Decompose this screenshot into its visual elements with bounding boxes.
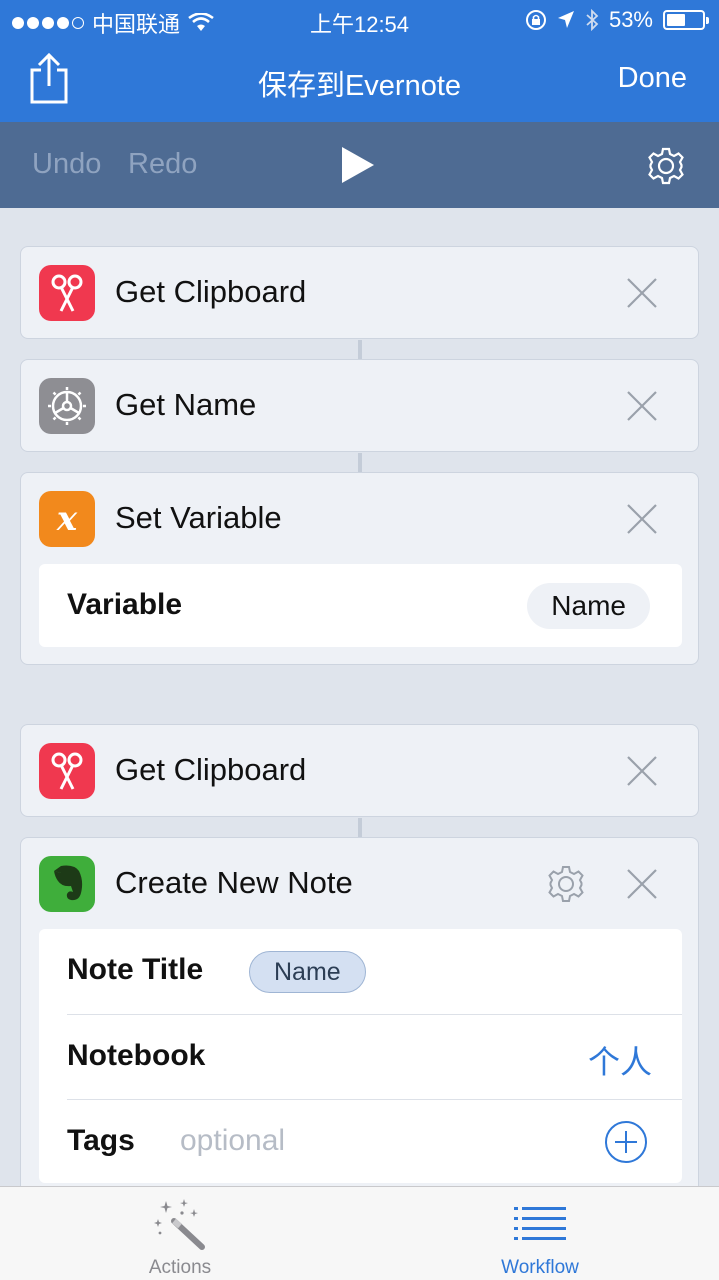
close-icon[interactable] (626, 868, 658, 900)
bluetooth-icon (586, 9, 599, 31)
action-card-get-clipboard[interactable]: Get Clipboard (20, 724, 699, 817)
tags-input[interactable]: optional (180, 1124, 285, 1158)
gear-icon (39, 378, 95, 434)
close-icon[interactable] (626, 503, 658, 535)
action-card-set-variable[interactable]: x Set Variable Variable Name (20, 472, 699, 665)
tab-label: Workflow (501, 1257, 579, 1278)
note-title-row: Note Title Name (39, 929, 682, 1014)
tab-workflow[interactable]: Workflow (440, 1187, 640, 1280)
action-card-get-clipboard[interactable]: Get Clipboard (20, 246, 699, 339)
rotation-lock-icon (525, 10, 546, 30)
undo-button[interactable]: Undo (32, 148, 101, 181)
add-tag-icon[interactable] (604, 1120, 648, 1164)
close-icon[interactable] (626, 755, 658, 787)
gear-icon[interactable] (646, 146, 686, 186)
scissors-icon (39, 265, 95, 321)
parameter-box: Variable Name (39, 564, 682, 647)
list-icon (514, 1207, 566, 1240)
parameter-box: Note Title Name Notebook 个人 Tags optiona… (39, 929, 682, 1183)
battery-percent: 53% (608, 7, 653, 32)
notebook-value[interactable]: 个人 (588, 1037, 652, 1083)
variable-name-pill[interactable]: Name (527, 583, 650, 629)
page-title: 保存到Evernote (257, 70, 462, 102)
action-card-get-name[interactable]: Get Name (20, 359, 699, 452)
action-title: Get Name (115, 387, 257, 422)
tab-bar: Actions Workflow (0, 1186, 719, 1280)
close-icon[interactable] (626, 390, 658, 422)
gear-icon[interactable] (546, 864, 586, 904)
param-label: Tags (67, 1124, 135, 1157)
variable-row: Variable Name (39, 564, 682, 649)
param-label: Notebook (67, 1039, 206, 1072)
variable-token[interactable]: Name (249, 951, 366, 993)
close-icon[interactable] (626, 277, 658, 309)
scissors-icon (39, 743, 95, 799)
done-button[interactable]: Done (618, 62, 687, 95)
tags-row: Tags optional (67, 1099, 682, 1184)
tab-label: Actions (148, 1257, 212, 1278)
param-label: Note Title (67, 953, 204, 986)
tab-actions[interactable]: Actions (80, 1187, 280, 1280)
location-icon (557, 11, 574, 28)
battery-icon (663, 10, 709, 30)
notebook-row[interactable]: Notebook 个人 (67, 1014, 682, 1099)
action-title: Set Variable (115, 500, 282, 535)
evernote-icon (39, 856, 95, 912)
variable-x-icon: x (39, 491, 95, 547)
action-title: Get Clipboard (115, 752, 307, 787)
action-title: Get Clipboard (115, 274, 307, 309)
navigation-bar: 中国联通 上午12:54 53% 保存到Evernote Done (0, 0, 719, 122)
action-title: Create New Note (115, 865, 353, 900)
play-icon[interactable] (340, 145, 376, 185)
action-card-create-new-note[interactable]: Create New Note Note Title Name Notebook… (20, 837, 699, 1197)
status-bar: 中国联通 上午12:54 53% (0, 0, 719, 40)
param-label: Variable (67, 588, 183, 621)
magic-wand-icon (154, 1199, 205, 1250)
redo-button[interactable]: Redo (128, 148, 197, 181)
